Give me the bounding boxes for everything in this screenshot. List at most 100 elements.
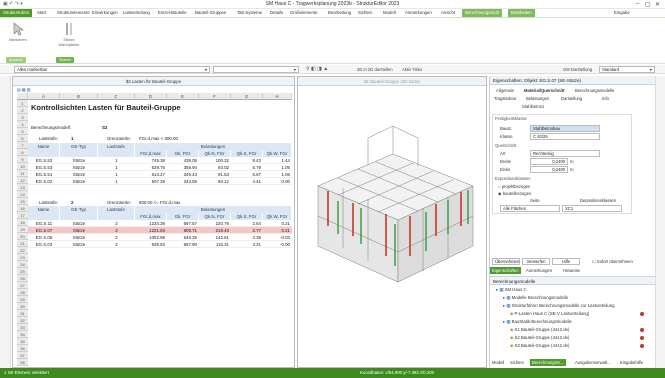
tab-systeme[interactable]: Tab-Systeme — [237, 10, 262, 15]
cell-name[interactable]: EG.S.51 — [28, 171, 60, 178]
cell-gk[interactable]: 343.55 — [167, 178, 199, 185]
tab-info[interactable]: Info — [602, 96, 609, 101]
row-header[interactable]: 28 — [17, 289, 28, 296]
cell-qkw[interactable]: 0.21 — [263, 227, 292, 234]
cell-qkw[interactable]: 1.44 — [263, 157, 292, 164]
row-header[interactable]: 25 — [17, 268, 28, 275]
tree-item[interactable]: ▸ ▦ SM Haus C — [496, 287, 527, 293]
row-header[interactable]: 19 — [17, 226, 28, 233]
cell-name[interactable]: EG.S.07 — [28, 227, 60, 234]
row-header[interactable]: 5 — [17, 128, 28, 135]
cell-laststufe[interactable]: 1 — [98, 171, 135, 178]
tab-allgemein[interactable]: Allgemein — [496, 88, 514, 93]
cell-qkn[interactable]: 93.02 — [199, 164, 231, 171]
sheet-toolbar-icons[interactable]: ▤ ▦ ▧ — [17, 87, 31, 92]
cell-getyp[interactable]: Stütze — [60, 178, 98, 185]
cell-qkw[interactable]: 0.21 — [263, 220, 292, 227]
row-header[interactable]: 35 — [17, 338, 28, 345]
left-collapsed-panel[interactable] — [0, 76, 11, 368]
tree-item[interactable]: ▸ ▦ Modelle Berechnungsmodelle — [503, 295, 568, 301]
col-header-d[interactable]: D — [135, 93, 167, 100]
tab-einzel-bauteile[interactable]: Einzel-Bauteile — [158, 10, 187, 15]
tab-lastverteilung[interactable]: Lastverteilung — [123, 10, 150, 15]
cell-gk[interactable]: 697.57 — [167, 220, 199, 227]
cell-fgr[interactable]: 1234.38 — [135, 220, 167, 227]
tab-modell[interactable]: Modell — [383, 10, 396, 15]
tab-darstellung[interactable]: Darstellung — [561, 96, 582, 101]
cell-fgr[interactable]: 1221.83 — [135, 227, 167, 234]
cell-fgr[interactable]: 507.29 — [135, 178, 167, 185]
row-header[interactable]: 16 — [17, 205, 28, 212]
cell-qks[interactable]: 2.77 — [231, 227, 263, 234]
cell-getyp[interactable]: Stütze — [60, 171, 98, 178]
row-header[interactable]: 10 — [17, 163, 28, 170]
row-header[interactable]: 38 — [17, 359, 28, 366]
tab-hinweise[interactable]: Hinweise — [563, 268, 580, 273]
cell-fgr[interactable]: 613.27 — [135, 171, 167, 178]
row-header[interactable]: 9 — [17, 156, 28, 163]
cell-gk[interactable]: 557.90 — [167, 241, 199, 248]
cell-qkw[interactable]: 1.06 — [263, 171, 292, 178]
row-header[interactable]: 34 — [17, 331, 28, 338]
row-header[interactable]: 13 — [17, 184, 28, 191]
tab-einwirkungen[interactable]: Einwirkungen — [92, 10, 118, 15]
cell-gk[interactable]: 358.94 — [167, 164, 199, 171]
cell-qks[interactable]: 8.43 — [231, 157, 263, 164]
building-3d-model[interactable] — [298, 86, 486, 366]
cell-qkw[interactable]: 1.05 — [263, 164, 292, 171]
dicke-field[interactable]: 0,2400 — [530, 166, 568, 173]
tab-ansicht[interactable]: Ansicht — [441, 10, 455, 15]
row-header[interactable]: 21 — [17, 240, 28, 247]
tab-anmerkungen-panel[interactable]: Anmerkungen — [526, 268, 552, 273]
row-header[interactable]: 18 — [17, 219, 28, 226]
tab-eingabehilfe-panel[interactable]: Eingabehilfe — [620, 360, 643, 365]
cell-name[interactable]: EG.S.02 — [28, 178, 60, 185]
cell-qks[interactable]: 3.39 — [231, 234, 263, 241]
row-header[interactable]: 15 — [17, 198, 28, 205]
row-header[interactable]: 8 — [17, 149, 28, 156]
cell-qkw[interactable]: 0.00 — [263, 178, 292, 185]
cell-name[interactable]: EG.S.05 — [28, 234, 60, 241]
cell-getyp[interactable]: Stütze — [60, 164, 98, 171]
row-header[interactable]: 31 — [17, 310, 28, 317]
row-header[interactable]: 14 — [17, 191, 28, 198]
cell-name[interactable]: EG.S.11 — [28, 220, 60, 227]
cell-name[interactable]: EG.S.53 — [28, 164, 60, 171]
stuetze-button[interactable]: Stütze Wandpfeiler — [56, 22, 82, 47]
tab-eingabe[interactable]: Eingabe — [614, 10, 630, 15]
secondary-filter-select[interactable]: ▾ — [213, 66, 299, 73]
uebernehmen-button[interactable]: Übernehmen — [492, 258, 520, 265]
tab-sichten-panel[interactable]: Sichten — [510, 360, 524, 365]
row-header[interactable]: 6 — [17, 135, 28, 142]
tab-details[interactable]: Details — [270, 10, 283, 15]
col-header-c[interactable]: C — [98, 93, 135, 100]
tab-ausgabe-panel[interactable]: Ausgabenverwalt... — [575, 360, 611, 365]
cell-fgr[interactable]: 629.75 — [135, 164, 167, 171]
tab-sichten[interactable]: Sichten — [358, 10, 372, 15]
col-header-a[interactable]: A — [28, 93, 60, 100]
col-header-h[interactable]: H — [263, 93, 292, 100]
cell-gk[interactable]: 648.28 — [167, 234, 199, 241]
art-select[interactable]: Rechteckig — [530, 150, 600, 157]
tab-bearbeiten[interactable]: Bearbeiten — [508, 9, 535, 17]
radio-bauteilbezogen[interactable]: ◉ bauteilbezogen — [498, 191, 531, 196]
right-collapsed-panel[interactable] — [655, 76, 665, 368]
maximize-icon[interactable]: ▢ — [645, 1, 651, 8]
row-header[interactable]: 37 — [17, 352, 28, 359]
cell-gk[interactable]: 349.43 — [167, 171, 199, 178]
row-header[interactable]: 1 — [17, 100, 28, 107]
cell-gk[interactable]: 438.05 — [167, 157, 199, 164]
cell-getyp[interactable]: Stütze — [60, 157, 98, 164]
row-header[interactable]: 12 — [17, 177, 28, 184]
tab-tragstruktur[interactable]: Tragstruktur — [494, 96, 516, 101]
cell-qkn[interactable]: 91.53 — [199, 171, 231, 178]
row-header[interactable]: 3 — [17, 114, 28, 121]
tab-berechnungsm-panel[interactable]: Berechnungsm... — [530, 359, 566, 366]
sheet-grid[interactable]: A B C D E F G H 1 2 3 4 5 6 7 8 9 10 11 12 13 14 15 16 1… — [17, 93, 292, 366]
display-select[interactable]: Standard ▾ — [599, 66, 655, 73]
tab-berechnungssicht[interactable]: Berechnungssicht — [462, 9, 503, 17]
cell-fgr[interactable]: 1092.98 — [135, 234, 167, 241]
tab-struktureditor[interactable]: StrukturEditor — [0, 9, 33, 17]
tab-belastungen[interactable]: Belastungen — [526, 96, 549, 101]
cell-getyp[interactable]: Stütze — [60, 241, 98, 248]
